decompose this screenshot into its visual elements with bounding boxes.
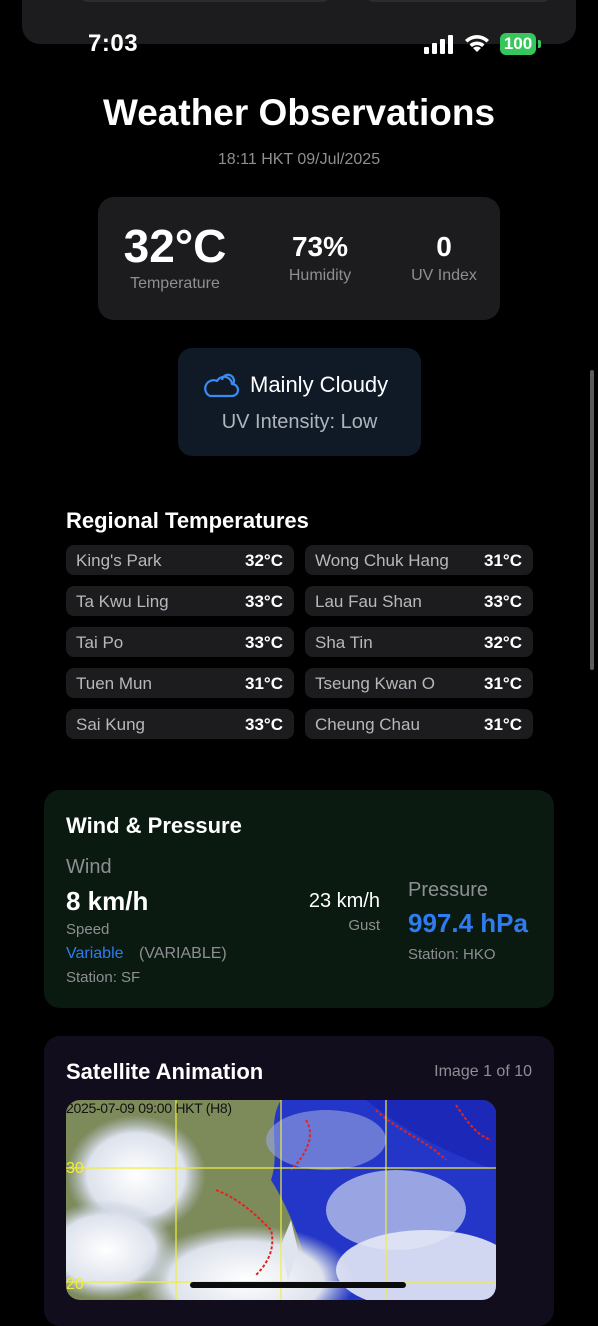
pressure-value: 997.4 hPa	[408, 908, 528, 938]
overlay-field-right	[364, 0, 552, 2]
region-item: Sha Tin 32°C	[305, 627, 533, 657]
region-name: King's Park	[76, 551, 162, 570]
wind-pressure-card: Wind & Pressure Wind 8 km/h Speed 23 km/…	[44, 790, 554, 1008]
region-item: Tai Po 33°C	[66, 627, 294, 657]
region-name: Tuen Mun	[76, 674, 152, 693]
satellite-title: Satellite Animation	[66, 1059, 264, 1084]
page-title: Weather Observations	[102, 92, 496, 133]
region-temp: 32°C	[484, 633, 522, 652]
latitude-label-20: 20	[66, 1276, 84, 1293]
humidity-label: Humidity	[288, 267, 352, 284]
region-item: Tseung Kwan O 31°C	[305, 668, 533, 698]
region-item: Sai Kung 33°C	[66, 709, 294, 739]
temperature-value: 32°C	[123, 220, 227, 272]
region-temp: 31°C	[484, 715, 522, 734]
region-item: Tuen Mun 31°C	[66, 668, 294, 698]
satellite-image-counter: Image 1 of 10	[434, 1063, 532, 1080]
region-name: Tseung Kwan O	[315, 674, 436, 693]
temperature-label: Temperature	[130, 275, 220, 292]
latitude-label-30: 30	[66, 1160, 84, 1177]
satellite-caption: 2025-07-09 09:00 HKT (H8)	[66, 1100, 232, 1116]
region-name: Lau Fau Shan	[315, 592, 422, 611]
uv-index-block: 0 UV Index	[398, 231, 490, 285]
humidity-block: 73% Humidity	[274, 231, 366, 285]
wind-direction: Variable	[66, 945, 124, 962]
uv-intensity-text: UV Intensity: Low	[221, 411, 378, 433]
region-temp: 32°C	[245, 551, 283, 570]
region-item: Cheung Chau 31°C	[305, 709, 533, 739]
condition-text: Mainly Cloudy	[250, 372, 389, 397]
wind-station: Station: SF	[66, 969, 141, 986]
overlay-field-left	[78, 0, 332, 2]
region-temp: 33°C	[245, 715, 283, 734]
region-temp: 33°C	[484, 592, 522, 611]
wind-gust-label: Gust	[348, 917, 380, 934]
home-indicator[interactable]	[190, 1282, 406, 1288]
region-name: Sha Tin	[315, 633, 373, 652]
wind-direction-code: (VARIABLE)	[139, 945, 227, 962]
scrollbar[interactable]	[590, 370, 594, 670]
humidity-value: 73%	[291, 231, 349, 262]
observation-timestamp: 18:11 HKT 09/Jul/2025	[217, 151, 381, 168]
battery-tip	[538, 40, 541, 48]
uv-index-value: 0	[436, 231, 452, 262]
region-temp: 33°C	[245, 633, 283, 652]
temperature-block: 32°C Temperature	[112, 221, 238, 293]
battery-indicator: 100	[500, 33, 536, 55]
region-temp: 33°C	[245, 592, 283, 611]
region-name: Cheung Chau	[315, 715, 420, 734]
region-name: Wong Chuk Hang	[315, 551, 449, 570]
region-item: Ta Kwu Ling 33°C	[66, 586, 294, 616]
pressure-station: Station: HKO	[408, 946, 496, 963]
pressure-label: Pressure	[408, 879, 489, 901]
uv-index-label: UV Index	[411, 267, 477, 284]
wind-label: Wind	[66, 856, 112, 878]
region-temp: 31°C	[484, 551, 522, 570]
status-time: 7:03	[88, 30, 139, 57]
weather-condition-card: Mainly Cloudy UV Intensity: Low	[178, 348, 421, 456]
region-item: King's Park 32°C	[66, 545, 294, 575]
current-observations-card: 32°C Temperature 73% Humidity 0 UV Index	[98, 197, 500, 320]
cellular-signal-icon	[424, 34, 456, 54]
wind-speed-label: Speed	[66, 921, 110, 938]
wifi-icon	[465, 35, 489, 52]
wind-pressure-title: Wind & Pressure	[66, 813, 242, 838]
region-item: Lau Fau Shan 33°C	[305, 586, 533, 616]
satellite-image[interactable]	[66, 1100, 496, 1300]
wind-gust-value: 23 km/h	[308, 890, 380, 912]
region-temp: 31°C	[245, 674, 283, 693]
wind-speed-value: 8 km/h	[66, 886, 149, 916]
region-item: Wong Chuk Hang 31°C	[305, 545, 533, 575]
cloud-icon	[204, 373, 240, 398]
region-name: Ta Kwu Ling	[76, 592, 169, 611]
region-name: Tai Po	[76, 633, 124, 652]
region-name: Sai Kung	[76, 715, 145, 734]
regional-temperatures-title: Regional Temperatures	[66, 508, 309, 533]
region-temp: 31°C	[484, 674, 522, 693]
